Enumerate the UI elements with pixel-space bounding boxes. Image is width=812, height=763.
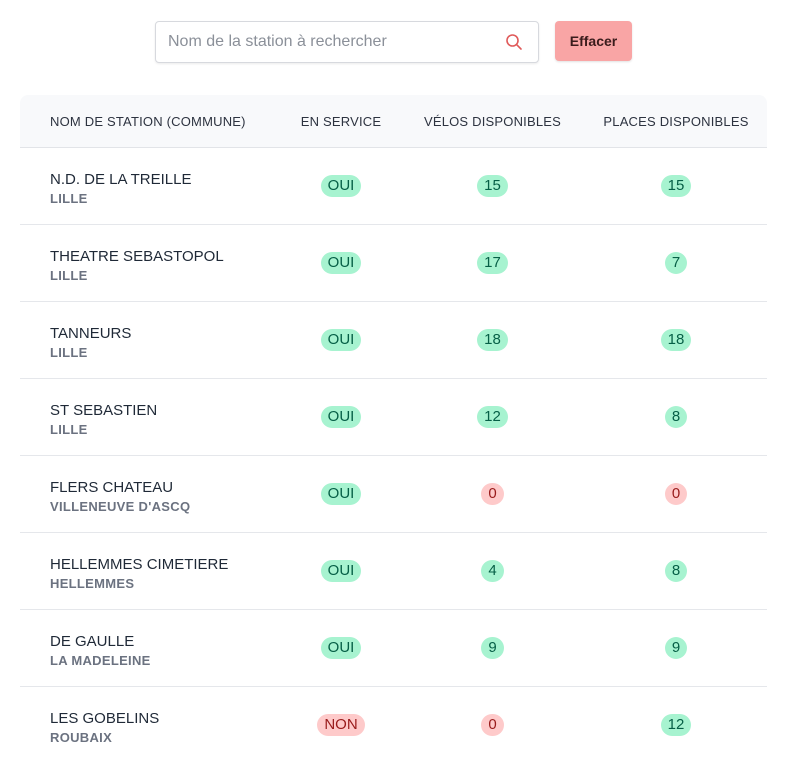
bikes-count-badge: 0 [481,714,504,736]
places-count-badge: 12 [660,714,692,736]
table-row: HELLEMMES CIMETIERE HELLEMMES OUI 4 8 [20,533,767,610]
bikes-count-badge: 12 [477,406,508,428]
bikes-count-badge: 9 [481,637,504,659]
places-count-badge: 9 [664,637,688,659]
table-row: ST SEBASTIEN LILLE OUI 12 8 [20,379,767,456]
service-badge: NON [317,714,365,736]
service-badge: OUI [320,560,362,582]
table-row: TANNEURS LILLE OUI 18 18 [20,302,767,379]
bikes-count-badge: 17 [477,252,508,274]
search-icon[interactable] [505,33,523,51]
bikes-count-badge: 15 [477,175,508,197]
places-count-badge: 0 [664,483,688,505]
header-station-name: NOM DE STATION (COMMUNE) [50,113,246,129]
search-bar [155,21,539,63]
station-commune: VILLENEUVE D'ASCQ [50,499,191,514]
service-badge: OUI [320,637,362,659]
station-name: N.D. DE LA TREILLE [50,171,192,188]
station-commune: LILLE [50,422,88,437]
station-commune: HELLEMMES [50,576,135,591]
table-row: DE GAULLE LA MADELEINE OUI 9 9 [20,610,767,687]
station-commune: LILLE [50,345,88,360]
station-commune: ROUBAIX [50,730,113,745]
stations-table: NOM DE STATION (COMMUNE) EN SERVICE VÉLO… [20,95,767,763]
bikes-count-badge: 0 [481,483,504,505]
table-row: LES GOBELINS ROUBAIX NON 0 12 [20,687,767,763]
table-row: FLERS CHATEAU VILLENEUVE D'ASCQ OUI 0 0 [20,456,767,533]
station-name: TANNEURS [50,325,132,342]
places-count-badge: 15 [660,175,692,197]
service-badge: OUI [320,175,362,197]
station-name: FLERS CHATEAU [50,479,174,496]
station-name: LES GOBELINS [50,710,160,727]
station-commune: LILLE [50,268,88,283]
places-count-badge: 8 [664,406,688,428]
header-places-available: PLACES DISPONIBLES [603,113,749,129]
search-input[interactable] [156,22,496,62]
station-commune: LILLE [50,191,88,206]
table-header: NOM DE STATION (COMMUNE) EN SERVICE VÉLO… [20,95,767,148]
bikes-count-badge: 4 [481,560,504,582]
station-commune: LA MADELEINE [50,653,151,668]
station-name: THEATRE SEBASTOPOL [50,248,224,265]
service-badge: OUI [320,483,362,505]
places-count-badge: 8 [664,560,688,582]
table-row: N.D. DE LA TREILLE LILLE OUI 15 15 [20,148,767,225]
service-badge: OUI [320,406,362,428]
station-name: HELLEMMES CIMETIERE [50,556,229,573]
clear-button[interactable]: Effacer [555,21,632,61]
station-name: DE GAULLE [50,633,135,650]
places-count-badge: 7 [664,252,688,274]
table-row: THEATRE SEBASTOPOL LILLE OUI 17 7 [20,225,767,302]
header-in-service: EN SERVICE [300,113,382,129]
service-badge: OUI [320,329,362,351]
places-count-badge: 18 [660,329,692,351]
bikes-count-badge: 18 [477,329,508,351]
header-bikes-available: VÉLOS DISPONIBLES [423,113,562,129]
station-name: ST SEBASTIEN [50,402,158,419]
service-badge: OUI [320,252,362,274]
